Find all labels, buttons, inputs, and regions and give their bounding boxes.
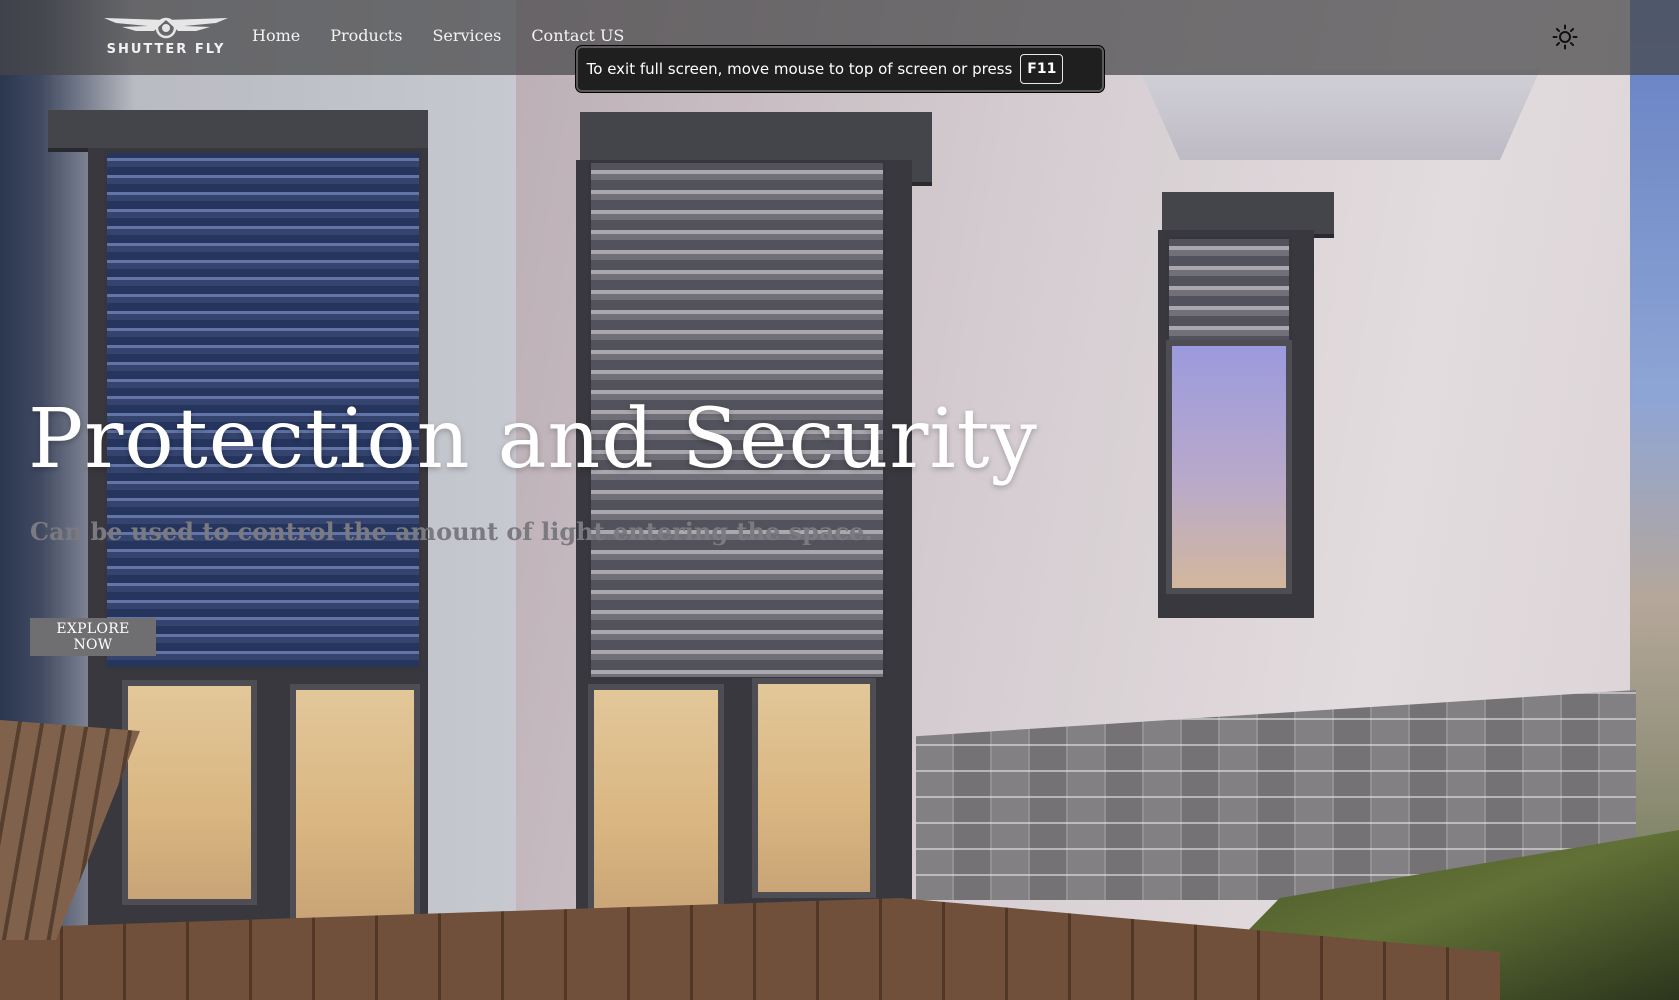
explore-now-button[interactable]: EXPLORE NOW [30, 618, 156, 656]
nav-link-contact[interactable]: Contact US [531, 26, 624, 45]
theme-toggle-button[interactable] [1552, 24, 1578, 50]
fullscreen-exit-notice: To exit full screen, move mouse to top o… [576, 46, 1104, 92]
fullscreen-key-badge: F11 [1020, 54, 1064, 84]
hero-subtitle: Can be used to control the amount of lig… [30, 517, 873, 546]
page: SHUTTER FLY Home Products Services Conta… [0, 0, 1679, 1000]
brand-logo[interactable]: SHUTTER FLY [96, 14, 236, 62]
winged-emblem-icon [104, 17, 228, 39]
nav-link-products[interactable]: Products [330, 26, 402, 45]
hero-title: Protection and Security [28, 392, 1038, 487]
hero-overlay [0, 0, 1679, 1000]
hero-background-image [0, 0, 1679, 1000]
nav-link-home[interactable]: Home [252, 26, 300, 45]
brand-name: SHUTTER FLY [106, 42, 226, 57]
fullscreen-notice-text: To exit full screen, move mouse to top o… [586, 60, 1013, 78]
main-nav: Home Products Services Contact US [252, 26, 654, 45]
sun-icon [1552, 24, 1578, 50]
nav-link-services[interactable]: Services [432, 26, 501, 45]
